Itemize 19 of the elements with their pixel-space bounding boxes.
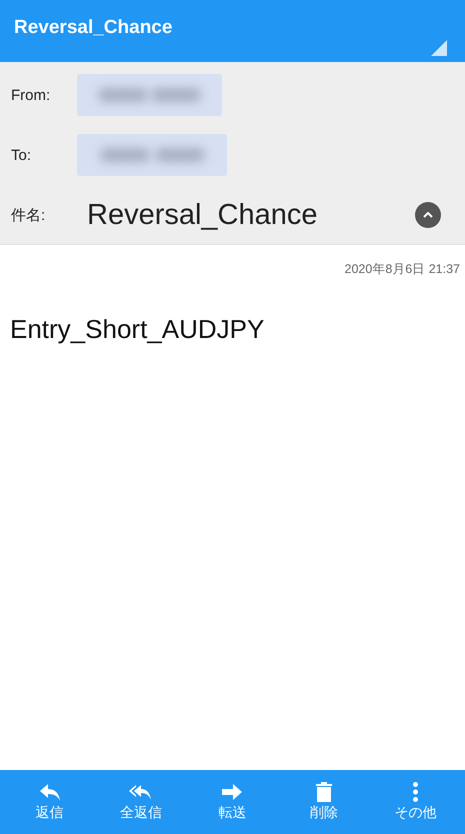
collapse-toggle[interactable] <box>415 202 441 228</box>
toolbar-button[interactable]: 削除 <box>284 782 364 822</box>
date-text: 2020年8月6日 21:37 <box>344 262 460 276</box>
subject-text: Reversal_Chance <box>87 198 319 232</box>
message-body: Entry_Short_AUDJPY <box>10 314 264 344</box>
right-arrow-icon <box>220 782 244 802</box>
more-icon <box>412 782 418 802</box>
subject-label: 件名: <box>11 206 46 224</box>
from-label: From: <box>11 86 52 104</box>
chevron-up-icon <box>423 212 433 218</box>
reply-icon <box>38 782 62 802</box>
toolbar-button[interactable]: 全返信 <box>101 782 182 822</box>
corner-triangle-icon <box>431 40 447 56</box>
to-label: To: <box>11 146 32 164</box>
toolbar-button[interactable]: その他 <box>375 782 456 822</box>
window-title: Reversal_Chance <box>14 17 172 39</box>
reply-all-icon <box>129 782 154 802</box>
toolbar-button[interactable]: 返信 <box>10 782 90 822</box>
toolbar-button[interactable]: 転送 <box>192 782 272 822</box>
